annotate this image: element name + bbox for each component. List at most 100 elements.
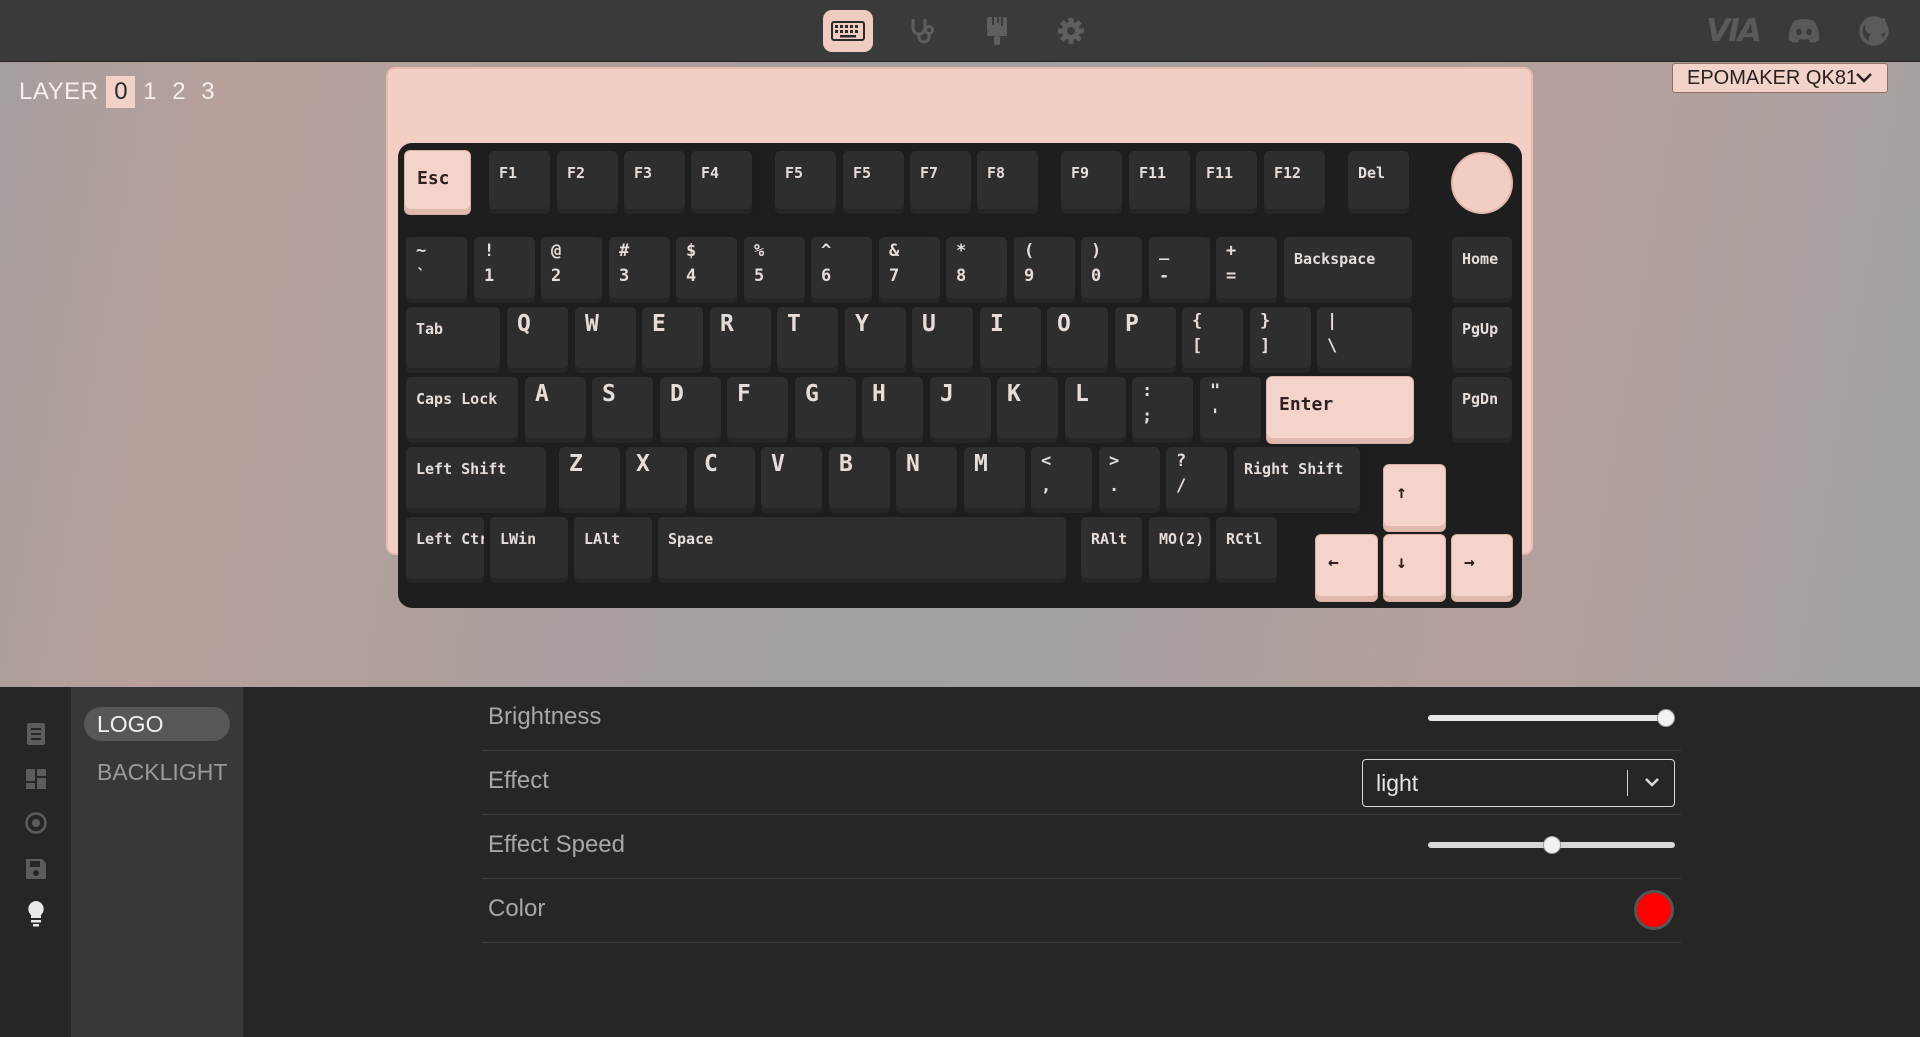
key-bottom-9[interactable]: → — [1451, 534, 1513, 602]
key-caps-2[interactable]: S — [591, 376, 654, 444]
github-icon[interactable] — [1852, 10, 1896, 52]
key-tab-0[interactable]: Tab — [405, 306, 501, 374]
key-tab-10[interactable]: P — [1114, 306, 1177, 374]
key-number-10[interactable]: ) 0 — [1080, 236, 1143, 304]
rotary-knob[interactable] — [1451, 152, 1513, 214]
key-caps-3[interactable]: D — [659, 376, 722, 444]
key-number-0[interactable]: ~ ` — [405, 236, 468, 304]
brightness-slider[interactable] — [1428, 715, 1675, 721]
key-bottom-4[interactable]: RAlt — [1080, 516, 1143, 584]
key-fn-7[interactable]: F7 — [909, 150, 972, 215]
chevron-down-icon[interactable] — [1643, 776, 1661, 790]
key-number-11[interactable]: _ - — [1148, 236, 1211, 304]
key-shift-8[interactable]: < , — [1030, 446, 1093, 514]
key-bottom-8[interactable]: ↓ — [1383, 534, 1446, 602]
submenu-item-logo[interactable]: LOGO — [84, 707, 230, 741]
key-caps-1[interactable]: A — [524, 376, 587, 444]
key-fn-5[interactable]: F5 — [774, 150, 837, 215]
key-fn-1[interactable]: F1 — [488, 150, 551, 215]
key-shift-2[interactable]: X — [625, 446, 688, 514]
key-caps-0[interactable]: Caps Lock — [405, 376, 519, 444]
device-select[interactable]: EPOMAKER QK81 — [1672, 63, 1888, 93]
key-shift-6[interactable]: N — [895, 446, 958, 514]
key-tab-1[interactable]: Q — [506, 306, 569, 374]
key-fn-6[interactable]: F5 — [842, 150, 905, 215]
layer-2-button[interactable]: 2 — [164, 76, 193, 108]
gear-icon[interactable] — [1049, 10, 1093, 52]
key-shift-3[interactable]: C — [693, 446, 756, 514]
key-shift-9[interactable]: > . — [1098, 446, 1161, 514]
key-shift-10[interactable]: ? / — [1165, 446, 1228, 514]
key-tab-3[interactable]: E — [641, 306, 704, 374]
key-tab-2[interactable]: W — [574, 306, 637, 374]
effect-speed-slider-thumb[interactable] — [1542, 836, 1561, 854]
key-bottom-1[interactable]: LWin — [489, 516, 569, 584]
key-tab-12[interactable]: } ] — [1249, 306, 1312, 374]
key-fn-8[interactable]: F8 — [976, 150, 1039, 215]
discord-icon[interactable] — [1782, 10, 1826, 52]
key-fn-0[interactable]: Esc — [404, 150, 471, 215]
key-fn-3[interactable]: F3 — [623, 150, 686, 215]
key-number-4[interactable]: $ 4 — [675, 236, 738, 304]
key-fn-13[interactable]: Del — [1347, 150, 1410, 215]
key-caps-7[interactable]: J — [929, 376, 992, 444]
via-logo[interactable]: VIA — [1704, 10, 1762, 52]
key-bottom-2[interactable]: LAlt — [573, 516, 653, 584]
key-tab-11[interactable]: { [ — [1181, 306, 1244, 374]
key-number-7[interactable]: & 7 — [878, 236, 941, 304]
key-caps-4[interactable]: F — [726, 376, 789, 444]
layer-3-button[interactable]: 3 — [193, 76, 222, 108]
key-number-2[interactable]: @ 2 — [540, 236, 603, 304]
layouts-icon[interactable] — [22, 809, 50, 837]
key-fn-9[interactable]: F9 — [1060, 150, 1123, 215]
key-tab-13[interactable]: | \ — [1316, 306, 1413, 374]
key-bottom-5[interactable]: MO(2) — [1148, 516, 1211, 584]
key-number-13[interactable]: Backspace — [1283, 236, 1413, 304]
key-caps-8[interactable]: K — [996, 376, 1059, 444]
key-number-3[interactable]: # 3 — [608, 236, 671, 304]
key-tab-8[interactable]: I — [979, 306, 1042, 374]
key-shift-7[interactable]: M — [963, 446, 1026, 514]
key-caps-5[interactable]: G — [794, 376, 857, 444]
layer-0-button[interactable]: 0 — [106, 76, 136, 108]
key-number-6[interactable]: ^ 6 — [810, 236, 873, 304]
effect-select[interactable]: light — [1362, 759, 1675, 807]
key-tab-4[interactable]: R — [709, 306, 772, 374]
key-fn-4[interactable]: F4 — [690, 150, 753, 215]
key-shift-4[interactable]: V — [760, 446, 823, 514]
key-caps-11[interactable]: " ' — [1199, 376, 1262, 444]
key-tab-5[interactable]: T — [776, 306, 839, 374]
key-number-12[interactable]: + = — [1215, 236, 1278, 304]
key-tab-14[interactable]: PgUp — [1451, 306, 1513, 374]
lighting-icon[interactable] — [22, 899, 50, 927]
stethoscope-icon[interactable] — [900, 10, 944, 52]
keyboard-icon[interactable] — [823, 10, 873, 52]
key-number-8[interactable]: * 8 — [945, 236, 1008, 304]
color-swatch[interactable] — [1634, 890, 1674, 930]
key-tab-6[interactable]: Y — [844, 306, 907, 374]
key-bottom-3[interactable]: Space — [657, 516, 1067, 584]
paintbrush-icon[interactable] — [975, 10, 1019, 52]
key-number-1[interactable]: ! 1 — [473, 236, 536, 304]
key-shift-5[interactable]: B — [828, 446, 891, 514]
key-shift-0[interactable]: Left Shift — [405, 446, 547, 514]
key-caps-12[interactable]: Enter — [1266, 376, 1414, 444]
key-shift-11[interactable]: Right Shift — [1233, 446, 1361, 514]
key-fn-10[interactable]: F11 — [1128, 150, 1191, 215]
submenu-item-backlight[interactable]: BACKLIGHT — [97, 757, 227, 787]
key-shift-1[interactable]: Z — [558, 446, 621, 514]
layer-1-button[interactable]: 1 — [135, 76, 164, 108]
key-caps-9[interactable]: L — [1064, 376, 1127, 444]
brightness-slider-thumb[interactable] — [1657, 709, 1675, 727]
keymap-icon[interactable] — [22, 720, 50, 748]
key-bottom-6[interactable]: RCtl — [1215, 516, 1278, 584]
key-shift-12[interactable]: ↑ — [1383, 464, 1446, 532]
key-bottom-0[interactable]: Left Ctrl — [405, 516, 485, 584]
key-fn-12[interactable]: F12 — [1263, 150, 1326, 215]
key-number-5[interactable]: % 5 — [743, 236, 806, 304]
macros-icon[interactable] — [22, 765, 50, 793]
key-fn-11[interactable]: F11 — [1195, 150, 1258, 215]
key-tab-9[interactable]: O — [1046, 306, 1109, 374]
key-caps-10[interactable]: : ; — [1131, 376, 1194, 444]
save-icon[interactable] — [22, 855, 50, 883]
